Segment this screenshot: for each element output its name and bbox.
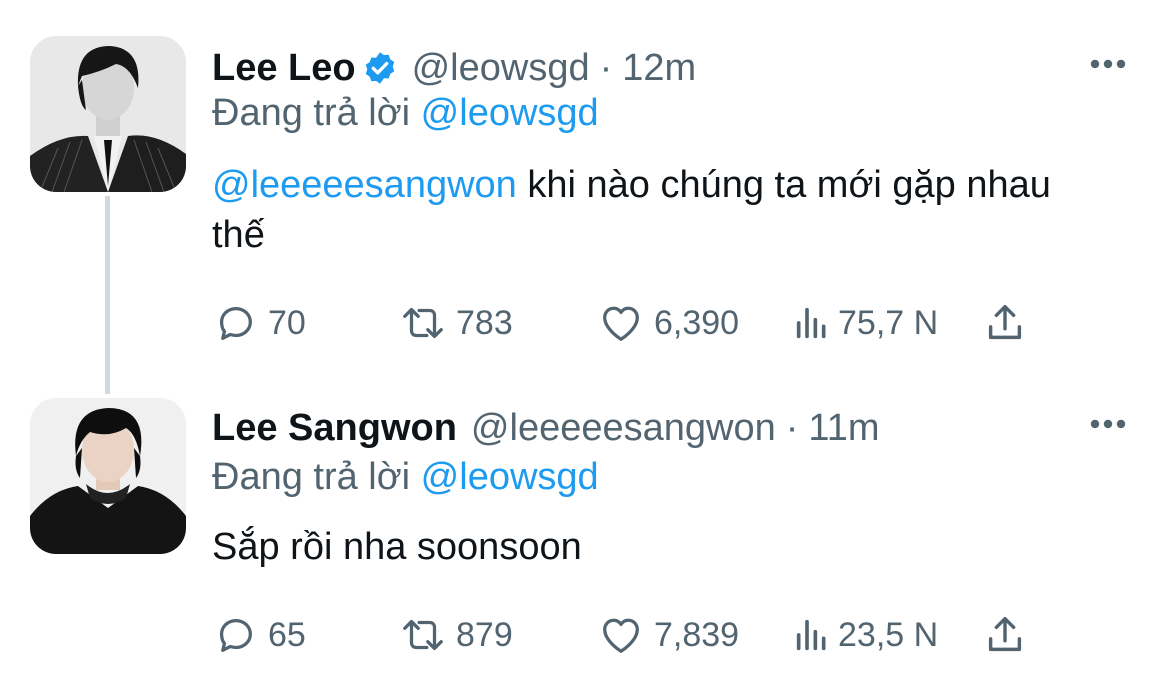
avatar[interactable] xyxy=(30,398,186,554)
avatar-image xyxy=(30,36,186,192)
replying-to: Đang trả lời @leowsgd xyxy=(212,456,599,499)
reply-icon xyxy=(219,618,252,652)
replying-prefix: Đang trả lời xyxy=(212,456,411,498)
retweet-button[interactable]: 879 xyxy=(400,610,513,660)
tweet-header: Lee Leo @leowsgd · 12m xyxy=(212,40,696,96)
avatar[interactable] xyxy=(30,36,186,192)
retweet-count: 783 xyxy=(456,303,513,342)
author-handle[interactable]: @leowsgd xyxy=(412,47,590,90)
tweet[interactable]: Lee Sangwon @leeeeesangwon · 11m Đang tr… xyxy=(0,380,1170,676)
tweet-actions: 70 783 6,390 75,7 N xyxy=(212,298,1052,348)
heart-icon xyxy=(603,306,639,341)
reply-button[interactable]: 65 xyxy=(212,610,306,660)
share-button[interactable] xyxy=(982,298,1028,348)
tweet-actions: 65 879 7,839 23,5 N xyxy=(212,610,1052,660)
share-icon xyxy=(988,616,1022,652)
replying-to-handle-link[interactable]: @leowsgd xyxy=(421,456,599,498)
views-chart-icon xyxy=(796,307,826,339)
share-icon xyxy=(988,304,1022,340)
thread-connector-line xyxy=(105,196,110,394)
replying-prefix: Đang trả lời xyxy=(212,92,411,134)
share-button[interactable] xyxy=(982,610,1028,660)
reply-count: 70 xyxy=(268,303,306,342)
header-separator: · xyxy=(785,406,799,449)
like-button[interactable]: 6,390 xyxy=(598,298,739,348)
header-separator: · xyxy=(599,46,613,89)
replying-to: Đang trả lời @leowsgd xyxy=(212,92,599,135)
author-name[interactable]: Lee Sangwon xyxy=(212,407,457,450)
heart-icon xyxy=(603,618,639,653)
avatar-image xyxy=(30,398,186,554)
reply-count: 65 xyxy=(268,615,306,654)
author-name[interactable]: Lee Leo xyxy=(212,47,356,90)
retweet-icon xyxy=(403,307,443,339)
views-button[interactable]: 75,7 N xyxy=(792,298,938,348)
author-handle[interactable]: @leeeeesangwon xyxy=(471,407,776,450)
replying-to-handle-link[interactable]: @leowsgd xyxy=(421,92,599,134)
more-options-icon xyxy=(1090,59,1126,69)
verified-badge-icon xyxy=(365,52,394,84)
like-count: 7,839 xyxy=(654,615,740,654)
retweet-count: 879 xyxy=(456,615,513,654)
view-count: 75,7 N xyxy=(838,303,939,342)
like-count: 6,390 xyxy=(654,303,740,342)
view-count: 23,5 N xyxy=(838,615,939,654)
tweet-text: @leeeeesangwon khi nào chúng ta mới gặp … xyxy=(212,160,1112,260)
tweet-text: Sắp rồi nha soonsoon xyxy=(212,526,582,568)
tweet[interactable]: Lee Leo @leowsgd · 12m Đang trả lời @leo… xyxy=(0,0,1170,394)
retweet-button[interactable]: 783 xyxy=(400,298,513,348)
tweet-timestamp[interactable]: 11m xyxy=(808,407,879,450)
reply-button[interactable]: 70 xyxy=(212,298,306,348)
tweet-header: Lee Sangwon @leeeeesangwon · 11m xyxy=(212,400,880,456)
reply-icon xyxy=(219,306,252,340)
retweet-icon xyxy=(403,619,443,651)
tweet-timestamp[interactable]: 12m xyxy=(622,47,696,90)
views-button[interactable]: 23,5 N xyxy=(792,610,938,660)
more-options-button[interactable] xyxy=(1086,42,1130,86)
more-options-button[interactable] xyxy=(1086,402,1130,446)
like-button[interactable]: 7,839 xyxy=(598,610,739,660)
more-options-icon xyxy=(1090,419,1126,429)
views-chart-icon xyxy=(796,619,826,651)
mention-link[interactable]: @leeeeesangwon xyxy=(212,164,517,206)
